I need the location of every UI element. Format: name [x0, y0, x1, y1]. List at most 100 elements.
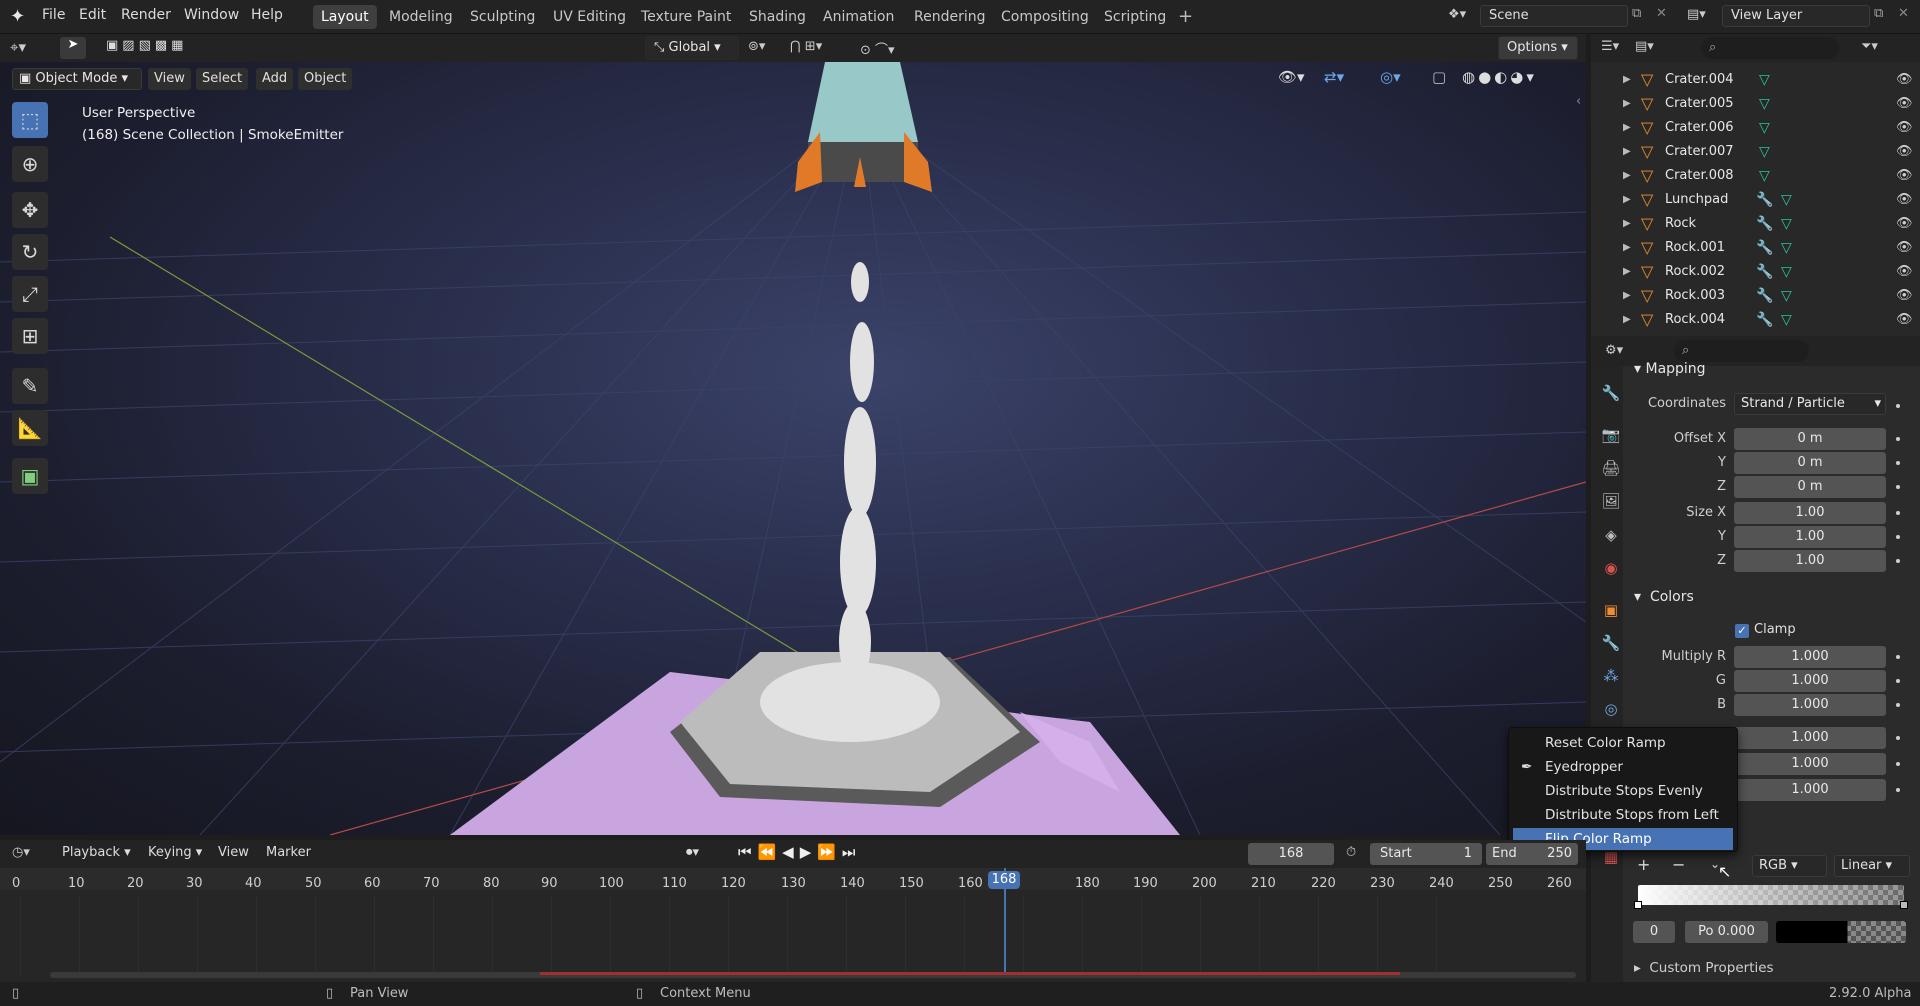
visibility-eye-icon[interactable]: 👁 [1896, 284, 1913, 308]
outliner-item[interactable]: ▶ ▽ Rock.003 🔧 ▽ 👁 [1591, 284, 1920, 308]
multiply-g-field[interactable]: 1.000 [1734, 670, 1886, 692]
scale-icon[interactable]: ⤢ [12, 276, 48, 312]
playback-controls-icons[interactable]: ⏮⏪◀▶⏩⏭ [738, 843, 861, 861]
properties-editor-icon[interactable]: ⚙▾ [1605, 343, 1623, 358]
scene-tab-icon[interactable]: ◈ [1600, 524, 1622, 546]
clamp-checkbox[interactable]: ✓ [1735, 624, 1749, 638]
menu-view[interactable]: View [148, 68, 191, 90]
new-view-layer-icon[interactable]: ⧉ [1874, 6, 1883, 21]
render-tab-icon[interactable]: 📷 [1600, 424, 1622, 446]
stop-position-field[interactable]: Po 0.000 [1685, 921, 1768, 943]
transform-icon[interactable]: ⊞ [12, 318, 48, 354]
selection-mode-icons[interactable]: ▣▨▧▩▦ [106, 38, 224, 58]
keyframe-dot[interactable] [1896, 461, 1900, 465]
outliner-item[interactable]: ▶ ▽ Crater.006 ▽ 👁 [1591, 116, 1920, 140]
visibility-eye-icon[interactable]: 👁 [1896, 140, 1913, 164]
mesh-data-icon[interactable]: ▽ [1781, 188, 1792, 212]
menu-select[interactable]: Select [196, 68, 249, 90]
interpolation-select[interactable]: Linear ▾ [1834, 855, 1910, 877]
start-frame-field[interactable]: Start 1 [1370, 843, 1482, 865]
modifier-icon[interactable]: 🔧 [1756, 308, 1773, 332]
expand-arrow-icon[interactable]: ▶ [1623, 68, 1631, 92]
view-layer-icon[interactable]: ▤▾ [1687, 7, 1706, 22]
select-tool-icon[interactable]: ➤ [60, 37, 86, 59]
menu-help[interactable]: Help [251, 7, 283, 23]
keyframe-dot[interactable] [1896, 404, 1900, 408]
proportional-edit-icon[interactable]: ⊙ ⌒▾ [860, 39, 895, 58]
shading-mode-icons[interactable]: ◍●◐◕▾ [1462, 68, 1537, 86]
tab-layout[interactable]: Layout [313, 5, 377, 29]
view-layer-field[interactable]: View Layer [1722, 5, 1870, 27]
visibility-eye-icon[interactable]: 👁 [1896, 236, 1913, 260]
visibility-eye-icon[interactable]: 👁 [1896, 308, 1913, 332]
world-tab-icon[interactable]: ◉ [1600, 557, 1622, 579]
blender-logo-icon[interactable]: ✦ [10, 6, 25, 27]
modifier-icon[interactable]: 🔧 [1756, 236, 1773, 260]
eyedropper-item[interactable]: ✒ Eyedropper [1513, 756, 1733, 778]
mesh-data-icon[interactable]: ▽ [1759, 164, 1770, 188]
tab-compositing[interactable]: Compositing [993, 5, 1097, 29]
timeline-editor-icon[interactable]: ◷▾ [12, 845, 30, 860]
outliner-item[interactable]: ▶ ▽ Rock.001 🔧 ▽ 👁 [1591, 236, 1920, 260]
scene-icon[interactable]: ❖▾ [1448, 7, 1466, 22]
outliner-item[interactable]: ▶ ▽ Rock 🔧 ▽ 👁 [1591, 212, 1920, 236]
outliner-item[interactable]: ▶ ▽ Crater.004 ▽ 👁 [1591, 68, 1920, 92]
add-stop-icon[interactable]: + [1637, 855, 1650, 874]
contrast-field[interactable]: 1.000 [1734, 753, 1886, 775]
active-stop-field[interactable]: 0 [1633, 921, 1675, 943]
object-mode-select[interactable]: ▣ Object Mode ▾ [12, 68, 142, 90]
outliner-editor-icon[interactable]: ☰▾ [1601, 39, 1619, 54]
view-layer-tab-icon[interactable]: 🖼 [1600, 490, 1622, 512]
keyframe-dot[interactable] [1896, 511, 1900, 515]
expand-arrow-icon[interactable]: ▶ [1623, 284, 1631, 308]
move-icon[interactable]: ✥ [12, 192, 48, 228]
modifier-icon[interactable]: 🔧 [1756, 284, 1773, 308]
reset-color-ramp-item[interactable]: Reset Color Ramp [1513, 732, 1733, 754]
expand-arrow-icon[interactable]: ▶ [1623, 116, 1631, 140]
mesh-data-icon[interactable]: ▽ [1759, 140, 1770, 164]
rotate-icon[interactable]: ↻ [12, 234, 48, 270]
tab-rendering[interactable]: Rendering [906, 5, 994, 29]
mesh-data-icon[interactable]: ▽ [1759, 92, 1770, 116]
object-name[interactable]: Rock.001 [1665, 236, 1725, 260]
current-frame-field[interactable]: 168 [1248, 843, 1334, 865]
ramp-stop-right[interactable] [1900, 901, 1908, 909]
add-cube-icon[interactable]: ▣ [12, 458, 48, 494]
tab-shading[interactable]: Shading [741, 5, 814, 29]
add-workspace-icon[interactable]: + [1178, 6, 1193, 27]
offset-x-field[interactable]: 0 m [1734, 428, 1886, 450]
object-name[interactable]: Rock.004 [1665, 308, 1725, 332]
custom-properties-header[interactable]: ▸ Custom Properties [1634, 960, 1774, 976]
object-name[interactable]: Rock.003 [1665, 284, 1725, 308]
expand-arrow-icon[interactable]: ▶ [1623, 308, 1631, 332]
mesh-data-icon[interactable]: ▽ [1781, 236, 1792, 260]
keyframe-dot[interactable] [1896, 703, 1900, 707]
saturation-field[interactable]: 1.000 [1734, 779, 1886, 801]
object-tab-icon[interactable]: ▣ [1600, 599, 1622, 621]
visibility-eye-icon[interactable]: 👁 [1896, 260, 1913, 284]
keyframe-dot[interactable] [1896, 736, 1900, 740]
menu-add[interactable]: Add [256, 68, 294, 90]
keyframe-dot[interactable] [1896, 437, 1900, 441]
menu-playback[interactable]: Playback ▾ [62, 845, 131, 860]
expand-arrow-icon[interactable]: ▶ [1623, 212, 1631, 236]
new-scene-icon[interactable]: ⧉ [1632, 6, 1641, 21]
measure-icon[interactable]: 📐 [12, 410, 48, 446]
menu-window[interactable]: Window [184, 7, 239, 23]
distribute-evenly-item[interactable]: Distribute Stops Evenly [1513, 780, 1733, 802]
coordinates-select[interactable]: Strand / Particle ▾ [1734, 393, 1886, 415]
keyframe-dot[interactable] [1896, 485, 1900, 489]
keyframe-dot[interactable] [1896, 535, 1900, 539]
brightness-field[interactable]: 1.000 [1734, 727, 1886, 749]
visibility-eye-icon[interactable]: 👁 [1896, 188, 1913, 212]
gizmo-toggle-icon[interactable]: ⇄▾ [1324, 68, 1344, 86]
outliner-search-input[interactable]: ⌕ [1701, 37, 1839, 59]
object-name[interactable]: Crater.004 [1665, 68, 1734, 92]
color-ramp-bar[interactable] [1638, 885, 1904, 905]
object-name[interactable]: Crater.006 [1665, 116, 1734, 140]
object-name[interactable]: Crater.007 [1665, 140, 1734, 164]
menu-keying[interactable]: Keying ▾ [148, 845, 202, 860]
annotate-icon[interactable]: ✎ [12, 368, 48, 404]
menu-timeline-view[interactable]: View [218, 845, 249, 860]
keyframe-dot[interactable] [1896, 788, 1900, 792]
